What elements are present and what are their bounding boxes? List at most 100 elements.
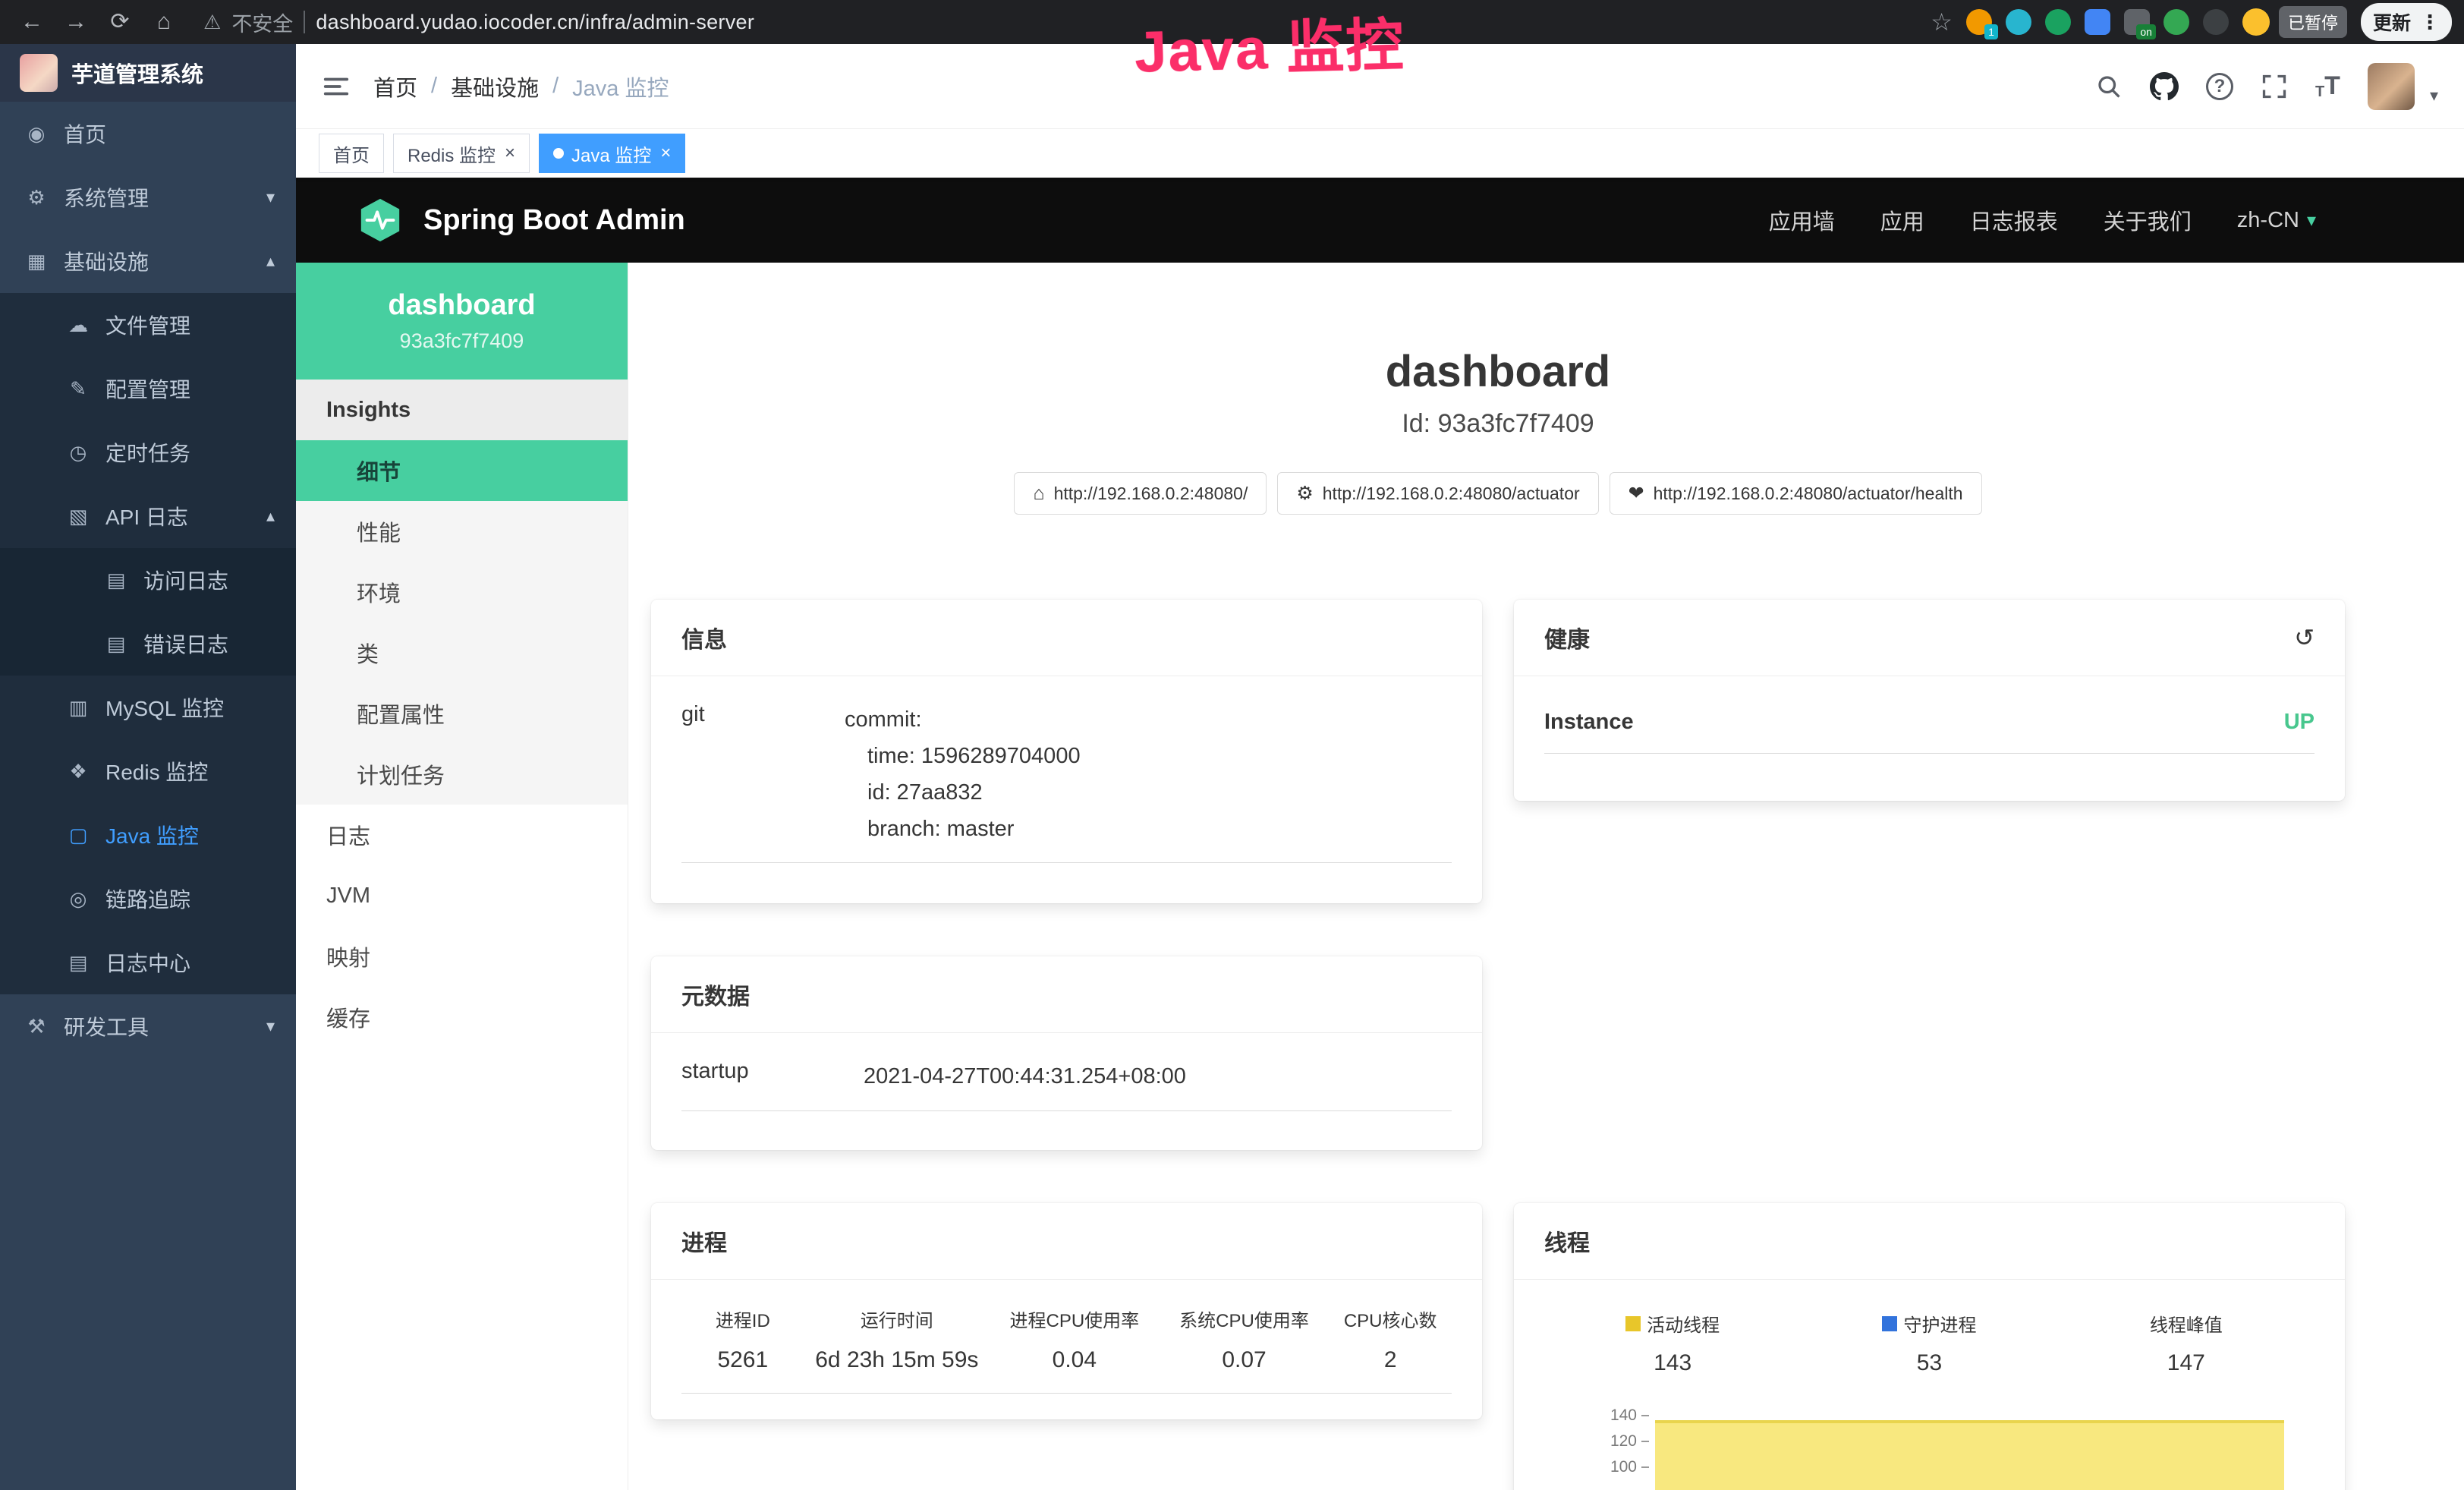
nav-wallboard[interactable]: 应用墙 [1769,204,1835,236]
sba-item-config-props[interactable]: 配置属性 [296,683,628,744]
github-icon[interactable] [2150,72,2179,101]
database-icon: ▥ [65,696,92,720]
tab-redis-monitor[interactable]: Redis 监控 × [393,134,530,173]
extension-icon-switch[interactable]: on [2124,9,2150,35]
update-button[interactable]: 更新 ⋮ [2361,3,2452,41]
sidebar-item-api-logs[interactable]: ▧ API 日志 ▴ [0,484,296,548]
metadata-card: 元数据 startup 2021-04-27T00:44:31.254+08:0… [651,956,1482,1150]
legend-daemon-threads: 守护进程 53 [1801,1310,2057,1376]
nav-about[interactable]: 关于我们 [2104,204,2192,236]
font-size-icon[interactable]: TT [2315,71,2340,101]
extension-icon-teal[interactable] [2006,9,2031,35]
health-url-link[interactable]: ❤ http://192.168.0.2:48080/actuator/heal… [1610,472,1982,515]
health-instance-row[interactable]: Instance UP [1544,710,2315,754]
sidebar-item-java-monitor[interactable]: ▢ Java 监控 [0,803,296,867]
gauge-icon: ◉ [23,122,50,146]
metadata-startup-row: startup 2021-04-27T00:44:31.254+08:00 [681,1059,1452,1111]
fullscreen-icon[interactable] [2261,73,2288,100]
spring-boot-admin-logo[interactable] [357,197,404,244]
sidebar-item-label: 错误日志 [143,628,228,659]
sidebar-item-config-mgmt[interactable]: ✎ 配置管理 [0,357,296,421]
sba-item-mappings[interactable]: 映射 [296,926,628,987]
close-icon[interactable]: × [660,143,671,164]
forward-button[interactable]: → [56,0,96,44]
column-header: 进程CPU使用率 [990,1306,1160,1332]
close-icon[interactable]: × [505,143,515,164]
column-header: 运行时间 [804,1306,990,1332]
logo-image [20,54,58,92]
sba-item-metrics[interactable]: 性能 [296,501,628,562]
hamburger-icon[interactable] [322,72,351,101]
sidebar-item-infrastructure[interactable]: ▦ 基础设施 ▴ [0,229,296,293]
big-t: T [2324,71,2340,101]
sba-item-classes[interactable]: 类 [296,622,628,683]
card-title: 进程 [681,1224,727,1258]
column-header: 进程ID [681,1306,804,1332]
sba-sidebar: dashboard 93a3fc7f7409 Insights 细节 性能 环境… [296,263,628,1490]
tab-java-monitor[interactable]: Java 监控 × [539,134,685,173]
sidebar-item-dev-tools[interactable]: ⚒ 研发工具 ▾ [0,994,296,1058]
sba-item-scheduled-tasks[interactable]: 计划任务 [296,744,628,805]
sidebar-item-log-center[interactable]: ▤ 日志中心 [0,931,296,994]
sba-brand-title[interactable]: Spring Boot Admin [423,204,685,237]
extension-icon-leaf[interactable] [2163,9,2189,35]
back-button[interactable]: ← [12,0,52,44]
chevron-down-icon[interactable]: ▾ [2430,86,2438,110]
actuator-url-link[interactable]: ⚙ http://192.168.0.2:48080/actuator [1277,472,1598,515]
sidebar-section-insights: Insights [296,380,628,440]
sidebar-item-error-logs[interactable]: ▤ 错误日志 [0,612,296,676]
instance-header[interactable]: dashboard 93a3fc7f7409 [296,263,628,380]
sidebar-item-trace[interactable]: ◎ 链路追踪 [0,867,296,931]
nav-applications[interactable]: 应用 [1880,204,1924,236]
link-url: http://192.168.0.2:48080/actuator/health [1654,484,1963,504]
sidebar-item-access-logs[interactable]: ▤ 访问日志 [0,548,296,612]
active-tab-dot [553,148,564,159]
sidebar-item-label: 文件管理 [105,310,190,340]
address-bar[interactable]: ⚠ 不安全 dashboard.yudao.iocoder.cn/infra/a… [203,8,754,37]
breadcrumb-infrastructure[interactable]: 基础设施 [451,71,539,102]
blue-swatch-icon [1882,1316,1897,1331]
extension-icon-blue-grid[interactable] [2085,9,2110,35]
menu-dots-icon[interactable]: ⋮ [2420,11,2440,34]
sba-item-jvm[interactable]: JVM [296,865,628,926]
sidebar-item-scheduled-tasks[interactable]: ◷ 定时任务 [0,421,296,484]
threads-legend: 活动线程 143 守护进程 [1544,1306,2315,1376]
y-tick-label: 100 [1610,1458,1637,1476]
sidebar-item-redis-monitor[interactable]: ❖ Redis 监控 [0,739,296,803]
sba-item-caches[interactable]: 缓存 [296,987,628,1047]
tab-label: Java 监控 [571,140,651,167]
search-icon[interactable] [2095,73,2123,100]
link-url: http://192.168.0.2:48080/actuator [1323,484,1580,504]
sidebar-item-mysql-monitor[interactable]: ▥ MySQL 监控 [0,676,296,739]
bookmark-star-icon[interactable]: ☆ [1931,8,1953,36]
language-label: zh-CN [2237,208,2299,233]
tampermonkey-face-icon[interactable] [2242,8,2270,36]
avatar[interactable] [2368,63,2415,110]
sba-item-details[interactable]: 细节 [296,440,628,501]
y-tick-label: 120 [1610,1432,1637,1451]
logo-row[interactable]: 芋道管理系统 [0,44,296,102]
browser-home-button[interactable]: ⌂ [144,0,184,44]
sidebar-item-system-mgmt[interactable]: ⚙ 系统管理 ▾ [0,165,296,229]
extension-icon-dark[interactable] [2203,9,2229,35]
tab-home[interactable]: 首页 [319,134,384,173]
sidebar-item-label: MySQL 监控 [105,692,224,723]
annotation-java-monitor: Java 监控 [1134,0,1406,89]
help-icon[interactable]: ? [2206,73,2233,100]
extension-icon-green[interactable] [2045,9,2071,35]
browser-extensions-area: ☆ 1 on 已暂停 更新 ⋮ [1931,3,2452,41]
breadcrumb-home[interactable]: 首页 [373,71,417,102]
tools-icon: ⚒ [23,1015,50,1038]
language-selector[interactable]: zh-CN ▾ [2237,208,2316,233]
extension-icon-orange[interactable]: 1 [1966,9,1992,35]
service-url-link[interactable]: ⌂ http://192.168.0.2:48080/ [1014,472,1267,515]
chevron-down-icon: ▾ [266,187,275,207]
sidebar-item-label: 链路追踪 [105,884,190,914]
sba-item-logs[interactable]: 日志 [296,805,628,865]
sidebar-item-file-mgmt[interactable]: ☁ 文件管理 [0,293,296,357]
sidebar-item-home[interactable]: ◉ 首页 [0,102,296,165]
reload-button[interactable]: ⟳ [100,0,140,44]
sba-item-environment[interactable]: 环境 [296,562,628,622]
history-icon[interactable]: ↺ [2294,623,2315,652]
nav-journal[interactable]: 日志报表 [1970,204,2058,236]
